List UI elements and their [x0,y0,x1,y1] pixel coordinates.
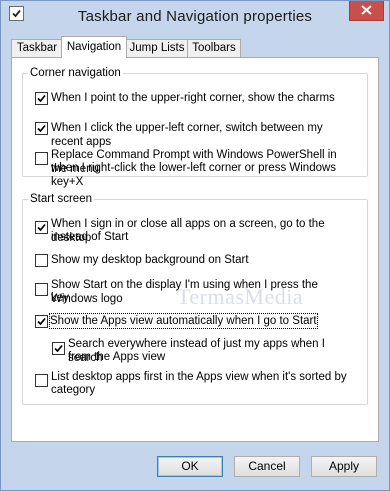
label-start-on-display-line2: key [51,292,69,304]
apply-button[interactable]: Apply [311,456,377,477]
label-switch-recent-apps: When I click the upper-left corner, swit… [51,122,323,148]
label-list-desktop-apps-line2: category [51,384,96,396]
dialog-footer: OK Cancel Apply [1,441,389,490]
start-screen-title: Start screen [28,191,94,207]
title-bar[interactable]: Taskbar and Navigation properties [1,1,389,35]
label-go-to-desktop-line2: instead of Start [51,231,129,243]
close-button[interactable] [349,1,384,21]
checkbox-go-to-desktop[interactable] [35,221,48,234]
checkbox-search-everywhere[interactable] [52,342,65,355]
tab-taskbar[interactable]: Taskbar [11,39,63,57]
checkbox-list-desktop-apps-first[interactable] [35,374,48,387]
checkbox-show-charms[interactable] [35,92,48,105]
checkbox-desktop-background[interactable] [35,254,48,267]
tab-strip: Taskbar Navigation Jump Lists Toolbars [11,36,379,58]
close-icon [361,5,372,15]
cancel-button[interactable]: Cancel [234,456,300,477]
label-show-charms: When I point to the upper-right corner, … [51,92,335,104]
checkbox-start-on-display[interactable] [35,283,48,296]
label-show-apps-view: Show the Apps view automatically when I … [49,313,318,329]
tab-toolbars[interactable]: Toolbars [187,39,241,57]
navigation-tab-panel: Corner navigation When I point to the up… [11,57,379,442]
checkmark-icon [37,317,46,326]
window-title: Taskbar and Navigation properties [77,8,313,25]
checkmark-icon [37,94,46,103]
label-desktop-background: Show my desktop background on Start [51,254,249,266]
checkmark-icon [37,124,46,133]
checkmark-icon [37,223,46,232]
checkmark-icon [54,344,63,353]
tab-navigation[interactable]: Navigation [61,36,127,58]
ok-button[interactable]: OK [157,456,223,477]
corner-navigation-group: Corner navigation When I point to the up… [22,65,368,188]
label-replace-powershell-line2: when I right-click the lower-left corner… [51,162,337,188]
watermark-text: TermasMedia [177,284,304,309]
label-search-everywhere-line2: from the Apps view [68,351,166,363]
checkbox-show-apps-view[interactable] [35,315,48,328]
tab-jump-lists[interactable]: Jump Lists [125,39,189,57]
checkbox-replace-powershell[interactable] [35,152,48,165]
checkbox-switch-recent-apps[interactable] [35,122,48,135]
corner-navigation-title: Corner navigation [28,65,123,81]
label-list-desktop-apps-line1: List desktop apps first in the Apps view… [51,371,347,383]
properties-window: Taskbar and Navigation properties Taskba… [0,0,390,491]
